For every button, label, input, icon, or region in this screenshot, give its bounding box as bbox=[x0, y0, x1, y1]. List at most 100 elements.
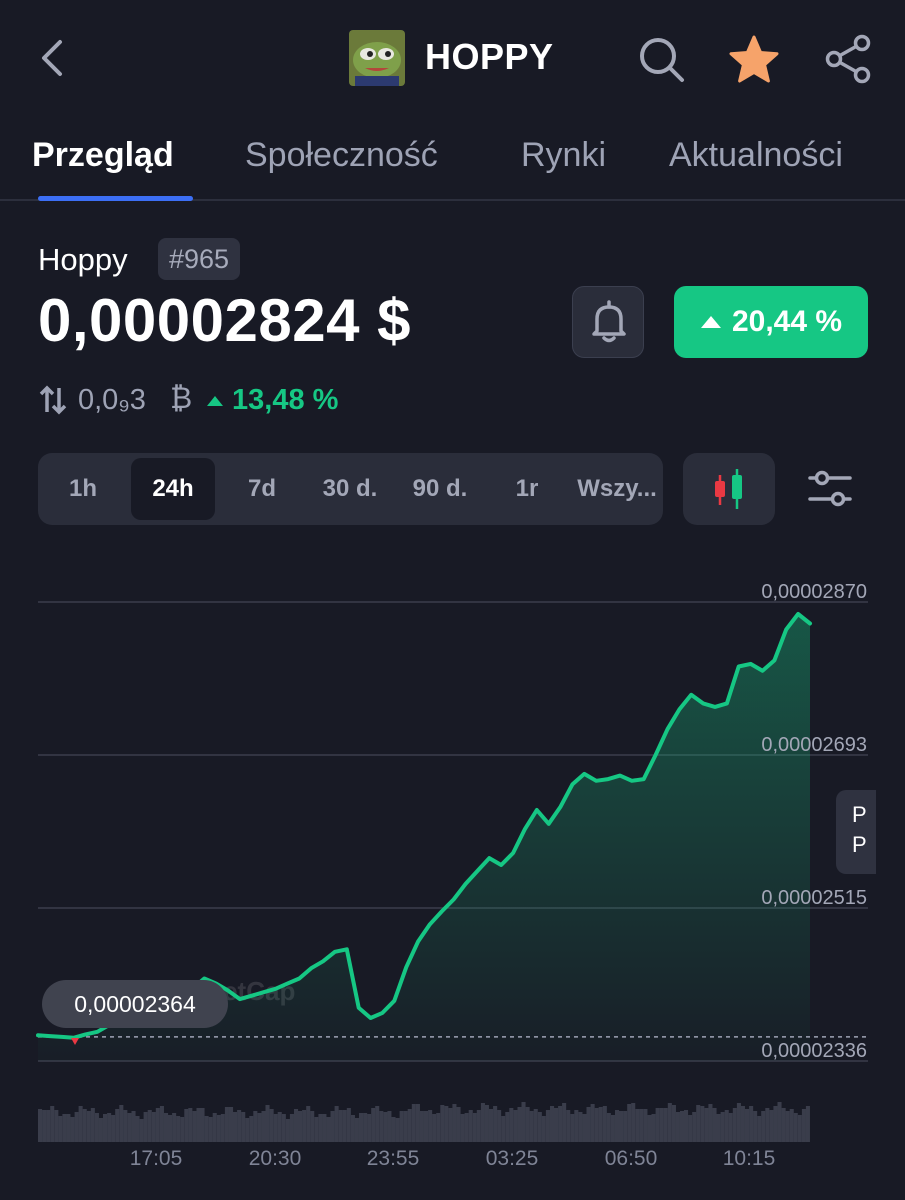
volume-bar bbox=[428, 1110, 433, 1142]
volume-bar bbox=[468, 1110, 473, 1142]
volume-bar bbox=[533, 1109, 538, 1142]
range-24h[interactable]: 24h bbox=[131, 453, 215, 525]
volume-bar bbox=[456, 1107, 461, 1142]
candlestick-toggle-button[interactable] bbox=[683, 453, 775, 525]
swap-vertical-icon bbox=[39, 385, 67, 415]
price-change-value: 20,44 % bbox=[731, 305, 843, 338]
volume-bar bbox=[127, 1113, 132, 1142]
volume-bar bbox=[46, 1110, 51, 1142]
volume-bar bbox=[90, 1108, 95, 1142]
volume-bar bbox=[489, 1109, 494, 1142]
chevron-left-icon[interactable] bbox=[34, 36, 74, 80]
volume-bar bbox=[586, 1107, 591, 1142]
search-icon[interactable] bbox=[636, 34, 686, 84]
volume-bar bbox=[241, 1112, 246, 1142]
volume-bar bbox=[135, 1116, 140, 1142]
volume-bar bbox=[200, 1108, 205, 1142]
x-tick-label: 23:55 bbox=[367, 1147, 420, 1170]
volume-bar bbox=[720, 1112, 725, 1142]
volume-bar bbox=[82, 1109, 87, 1142]
side-panel-tab[interactable]: P P bbox=[836, 790, 876, 874]
triangle-up-icon bbox=[207, 395, 223, 406]
x-tick-label: 03:25 bbox=[486, 1147, 539, 1170]
volume-bar bbox=[667, 1103, 672, 1142]
volume-bar bbox=[103, 1114, 108, 1142]
volume-bar bbox=[233, 1112, 238, 1142]
volume-bar bbox=[399, 1111, 404, 1142]
volume-bar bbox=[139, 1119, 144, 1142]
volume-bar bbox=[671, 1105, 676, 1142]
volume-bar bbox=[578, 1112, 583, 1142]
range-all[interactable]: Wszy... bbox=[572, 453, 662, 525]
volume-bar bbox=[220, 1114, 225, 1142]
volume-bar bbox=[777, 1102, 782, 1142]
volume-bar bbox=[480, 1103, 485, 1142]
volume-bar bbox=[245, 1118, 250, 1142]
volume-bar bbox=[314, 1117, 319, 1142]
price-alert-button[interactable] bbox=[572, 286, 644, 358]
volume-bar bbox=[261, 1111, 266, 1142]
range-1h[interactable]: 1h bbox=[52, 453, 114, 525]
volume-bar bbox=[204, 1116, 209, 1142]
range-1y[interactable]: 1r bbox=[495, 453, 559, 525]
volume-bar bbox=[277, 1112, 282, 1142]
volume-bar bbox=[781, 1108, 786, 1142]
rank-badge: #965 bbox=[158, 238, 241, 280]
volume-bar bbox=[769, 1110, 774, 1142]
volume-bar bbox=[541, 1116, 546, 1142]
volume-bar bbox=[289, 1114, 294, 1142]
range-30d[interactable]: 30 d. bbox=[310, 453, 390, 525]
volume-bar bbox=[66, 1114, 71, 1142]
chart-settings-icon[interactable] bbox=[806, 466, 854, 512]
volume-bar bbox=[448, 1108, 453, 1142]
volume-bar bbox=[558, 1106, 563, 1142]
tab-overview[interactable]: Przegląd bbox=[32, 136, 174, 175]
share-icon[interactable] bbox=[824, 34, 872, 84]
bell-icon bbox=[592, 300, 626, 343]
volume-bar bbox=[440, 1105, 445, 1142]
volume-bar bbox=[472, 1113, 477, 1142]
volume-bar bbox=[590, 1104, 595, 1142]
volume-bar bbox=[643, 1109, 648, 1142]
range-7d[interactable]: 7d bbox=[226, 453, 298, 525]
volume-bar bbox=[566, 1110, 571, 1142]
volume-bar bbox=[94, 1113, 99, 1142]
volume-bar bbox=[692, 1112, 697, 1142]
price-chart[interactable]: CoinMarketCap 0,000028700,000026930,0000… bbox=[0, 560, 905, 1180]
star-icon[interactable] bbox=[728, 34, 780, 86]
volume-bar bbox=[525, 1107, 530, 1142]
volume-bar bbox=[663, 1108, 668, 1142]
volume-bar bbox=[623, 1111, 628, 1142]
bitcoin-icon: ₿ bbox=[170, 382, 193, 415]
volume-bar bbox=[761, 1111, 766, 1142]
volume-bar bbox=[411, 1104, 416, 1142]
volume-bar bbox=[164, 1113, 169, 1142]
range-90d[interactable]: 90 d. bbox=[400, 453, 480, 525]
volume-bar bbox=[675, 1112, 680, 1142]
volume-bar bbox=[229, 1107, 234, 1142]
tab-markets[interactable]: Rynki bbox=[521, 136, 606, 175]
volume-bar bbox=[196, 1108, 201, 1142]
volume-bar bbox=[273, 1114, 278, 1142]
btc-change: 13,48 % bbox=[206, 384, 338, 417]
volume-bar bbox=[688, 1115, 693, 1142]
tab-news[interactable]: Aktualności bbox=[669, 136, 843, 175]
volume-bar bbox=[371, 1108, 376, 1142]
candlestick-icon bbox=[715, 469, 742, 509]
volume-bar bbox=[184, 1109, 189, 1142]
volume-bar bbox=[655, 1108, 660, 1142]
volume-bar bbox=[680, 1111, 685, 1142]
volume-bar bbox=[696, 1105, 701, 1142]
volume-bar bbox=[115, 1109, 120, 1142]
coin-name: Hoppy bbox=[38, 242, 128, 277]
tab-community[interactable]: Społeczność bbox=[245, 136, 438, 175]
volume-bar bbox=[501, 1116, 506, 1142]
volume-bar bbox=[383, 1112, 388, 1142]
volume-bar bbox=[330, 1111, 335, 1142]
volume-bar bbox=[123, 1110, 128, 1142]
volume-bar bbox=[602, 1106, 607, 1142]
volume-bar bbox=[639, 1109, 644, 1142]
volume-bar bbox=[269, 1109, 274, 1142]
active-tab-indicator bbox=[38, 196, 193, 201]
volume-bar bbox=[444, 1106, 449, 1142]
